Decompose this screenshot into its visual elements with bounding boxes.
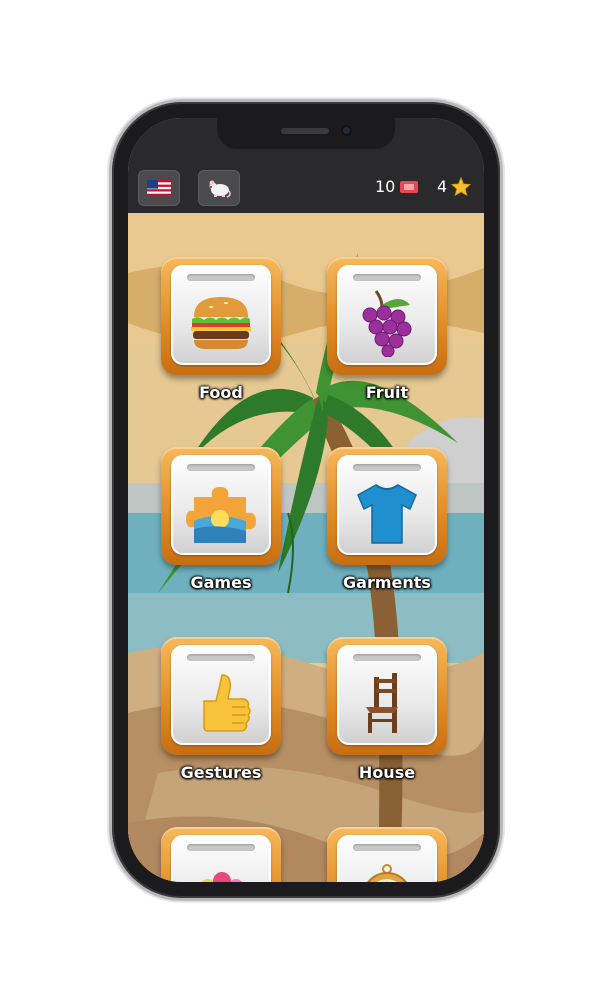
grapes-icon bbox=[362, 290, 412, 357]
progress-bar bbox=[187, 844, 255, 851]
progress-bar bbox=[353, 654, 421, 661]
category-tile-food[interactable] bbox=[161, 257, 281, 375]
tile-face bbox=[337, 265, 437, 365]
tile-face bbox=[337, 455, 437, 555]
category-tile-garments[interactable] bbox=[327, 447, 447, 565]
category-label: Games bbox=[190, 573, 252, 592]
burger-icon bbox=[191, 297, 251, 349]
camera bbox=[341, 125, 352, 136]
tile-face bbox=[337, 645, 437, 745]
tickets-count: 10 bbox=[375, 177, 396, 196]
stars-counter: 4 bbox=[437, 177, 472, 196]
category-tile-fruit[interactable] bbox=[327, 257, 447, 375]
category-label: Gestures bbox=[180, 763, 262, 782]
tile-face bbox=[171, 265, 271, 365]
tile-face bbox=[171, 835, 271, 882]
compass-icon bbox=[367, 864, 407, 882]
thumbs-up-icon bbox=[203, 674, 251, 732]
category-label: House bbox=[358, 763, 416, 782]
phone-frame: 10 4 Food Fruit Games Garments Gestures … bbox=[112, 102, 500, 898]
flowers-icon bbox=[201, 872, 243, 882]
speaker bbox=[281, 128, 329, 134]
progress-bar bbox=[187, 274, 255, 281]
progress-bar bbox=[187, 654, 255, 661]
notch bbox=[217, 118, 395, 149]
chair-icon bbox=[366, 673, 398, 733]
tile-face bbox=[337, 835, 437, 882]
star-icon bbox=[451, 177, 472, 196]
stars-count: 4 bbox=[437, 177, 448, 196]
category-tile-games[interactable] bbox=[161, 447, 281, 565]
category-label: Food bbox=[199, 383, 243, 402]
category-tile-house[interactable] bbox=[327, 637, 447, 755]
progress-bar bbox=[187, 464, 255, 471]
us-flag-icon bbox=[147, 180, 171, 196]
category-tile-gestures[interactable] bbox=[161, 637, 281, 755]
category-tile-flowers[interactable] bbox=[161, 827, 281, 882]
tile-face bbox=[171, 645, 271, 745]
category-grid-area[interactable]: Food Fruit Games Garments Gestures House bbox=[128, 213, 484, 882]
category-label: Fruit bbox=[365, 383, 409, 402]
mode-button[interactable] bbox=[198, 170, 240, 206]
puzzle-icon bbox=[186, 487, 256, 543]
category-label: Garments bbox=[343, 573, 431, 592]
progress-bar bbox=[353, 274, 421, 281]
ticket-icon bbox=[400, 180, 419, 193]
tshirt-icon bbox=[357, 484, 417, 544]
progress-bar bbox=[353, 844, 421, 851]
category-tile-compass[interactable] bbox=[327, 827, 447, 882]
language-button[interactable] bbox=[138, 170, 180, 206]
power-button bbox=[500, 305, 504, 389]
mouse-icon bbox=[209, 180, 231, 198]
progress-bar bbox=[353, 464, 421, 471]
tile-face bbox=[171, 455, 271, 555]
app-screen: 10 4 Food Fruit Games Garments Gestures … bbox=[128, 118, 484, 882]
tickets-counter: 10 bbox=[375, 177, 419, 196]
